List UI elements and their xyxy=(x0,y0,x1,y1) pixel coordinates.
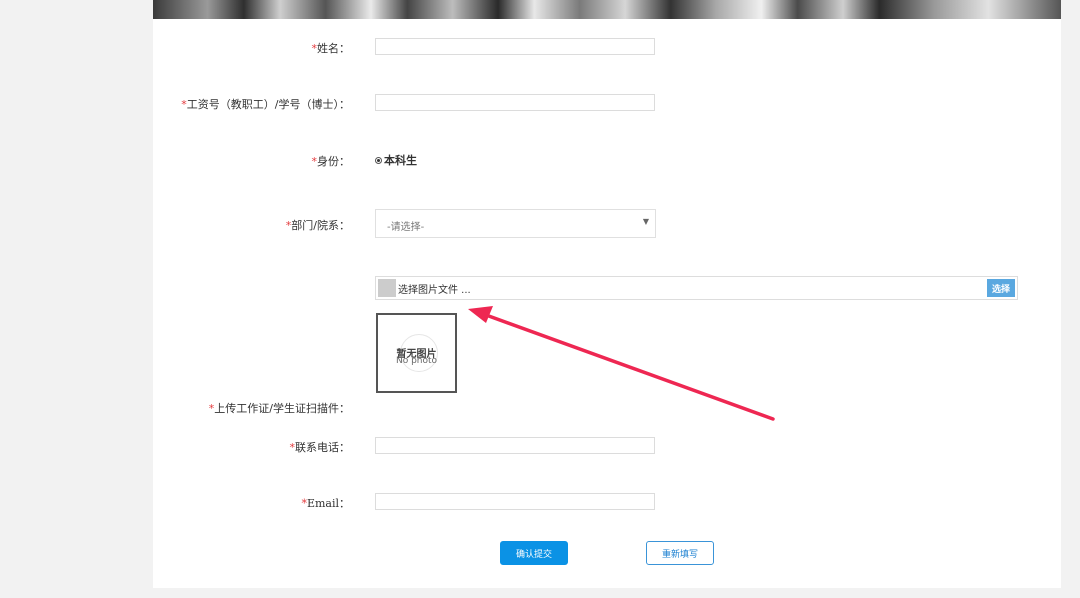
annotation-arrow-icon xyxy=(468,306,775,421)
